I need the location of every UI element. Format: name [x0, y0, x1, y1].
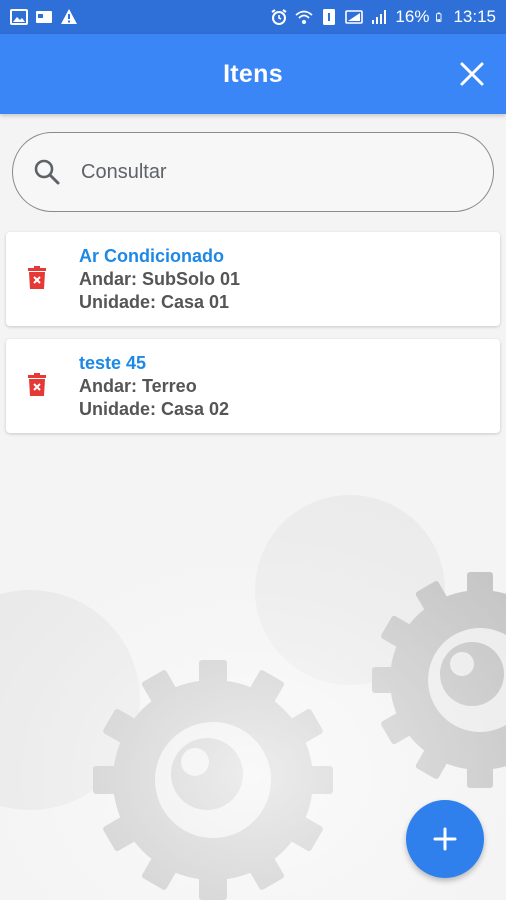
trash-icon[interactable] [26, 266, 48, 290]
wifi-icon [295, 10, 314, 24]
sim-icon [323, 9, 336, 25]
list-item-text: teste 45 Andar: Terreo Unidade: Casa 02 [79, 352, 229, 421]
card-icon [36, 11, 52, 23]
list-item-text: Ar Condicionado Andar: SubSolo 01 Unidad… [79, 245, 240, 314]
add-item-button[interactable] [406, 800, 484, 878]
gallery-icon [10, 9, 28, 25]
search-icon [34, 159, 60, 185]
item-title: teste 45 [79, 353, 147, 373]
status-bar-left [10, 8, 78, 26]
warning-icon [61, 9, 77, 24]
battery-icon [436, 12, 442, 22]
item-unit: Unidade: Casa 02 [79, 399, 230, 419]
signal-icon [345, 10, 364, 24]
status-bar: 16% 13:15 [0, 0, 506, 34]
app-bar: Itens [0, 34, 506, 114]
clock: 13:15 [453, 7, 496, 26]
item-unit: Unidade: Casa 01 [79, 292, 230, 312]
page-title: Itens [223, 59, 283, 88]
list-item[interactable]: Ar Condicionado Andar: SubSolo 01 Unidad… [6, 232, 500, 326]
close-icon[interactable] [458, 60, 486, 88]
status-bar-right: 16% 13:15 [270, 7, 496, 27]
alarm-icon [271, 9, 287, 25]
cell-signal-icon [372, 10, 387, 24]
item-floor: Andar: Terreo [79, 376, 197, 396]
plus-icon [433, 827, 457, 851]
item-title: Ar Condicionado [79, 246, 224, 266]
search-bar[interactable] [12, 132, 494, 212]
list-item[interactable]: teste 45 Andar: Terreo Unidade: Casa 02 [6, 339, 500, 433]
battery-percent: 16% [395, 7, 430, 26]
search-input[interactable] [79, 159, 463, 185]
item-floor: Andar: SubSolo 01 [79, 269, 241, 289]
trash-icon[interactable] [26, 373, 48, 397]
